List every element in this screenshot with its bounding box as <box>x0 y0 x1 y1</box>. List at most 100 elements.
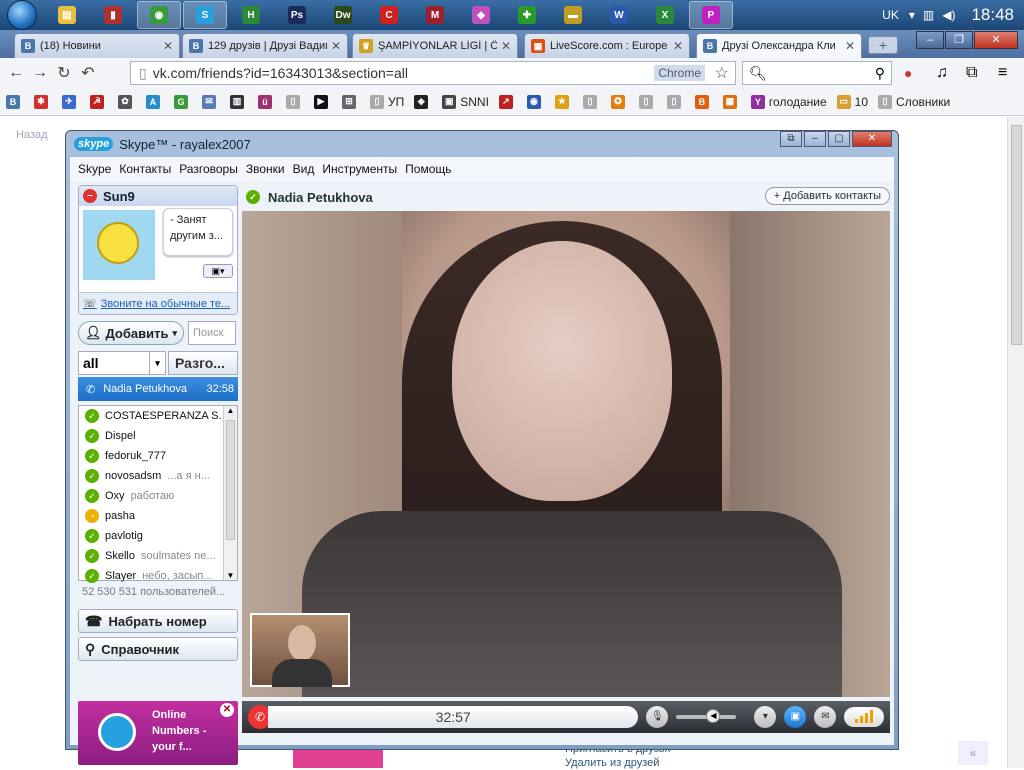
contact-filter-select[interactable]: all ▾ <box>78 351 166 375</box>
close-tab-icon[interactable]: ✕ <box>845 39 855 53</box>
bookmark-item[interactable]: G <box>174 94 192 109</box>
start-button[interactable] <box>0 0 44 30</box>
browser-tab[interactable]: B Друзі Олександра Кли ✕ <box>696 33 862 58</box>
menu-item[interactable]: Вид <box>293 162 315 176</box>
taskbar-app[interactable]: ◉ <box>137 1 181 29</box>
profile-header[interactable]: – Sun9 <box>79 186 237 206</box>
bookmark-item[interactable]: ✱ <box>34 94 52 109</box>
bookmark-item[interactable]: ▶ <box>314 94 332 109</box>
music-icon[interactable]: ♫ <box>936 64 948 82</box>
bookmark-item[interactable]: ✿ <box>118 94 136 109</box>
browser-tab[interactable]: B 129 друзів | Друзі Вадим ✕ <box>182 33 348 58</box>
back-link[interactable]: Назад <box>16 129 48 141</box>
bookmark-item[interactable]: ▯ <box>286 94 304 109</box>
network-icon[interactable]: ▥ <box>923 8 934 22</box>
list-item[interactable]: ✓ Oxy работаю <box>79 486 221 506</box>
list-item[interactable]: ✓ Skello soulmates ne... <box>79 546 221 566</box>
browser-tab[interactable]: B (18) Новини ✕ <box>14 33 180 58</box>
contact-scroll-thumb[interactable] <box>226 420 235 540</box>
mute-button[interactable]: 🎙︎ <box>646 706 669 728</box>
list-item[interactable]: ✓ Dispel <box>79 426 221 446</box>
profile-menu-button[interactable]: ▣▾ <box>203 264 233 278</box>
taskbar-app[interactable]: Ps <box>275 1 319 29</box>
remote-video[interactable] <box>242 211 890 697</box>
tab-conversations[interactable]: Разго... <box>168 351 238 375</box>
bookmark-item[interactable]: ✉ <box>202 94 220 109</box>
compact-view-button[interactable]: ⧉ <box>780 131 802 147</box>
new-tab-button[interactable]: + <box>868 36 898 54</box>
menu-item[interactable]: Звонки <box>246 162 285 176</box>
close-icon[interactable]: ✕ <box>220 703 234 717</box>
bookmark-item[interactable]: ▦ <box>722 94 741 109</box>
bookmark-item[interactable]: ◈ <box>414 94 432 109</box>
address-bar[interactable]: ▯ vk.com/friends?id=16343013&section=all… <box>130 61 736 85</box>
video-dropdown-button[interactable]: ▾ <box>754 706 777 728</box>
bookmark-item[interactable]: ▯ <box>666 94 685 109</box>
call-phones-link[interactable]: ☏ Звоните на обычные те... <box>79 292 237 314</box>
taskbar-app[interactable]: ▬ <box>551 1 595 29</box>
bookmark-item[interactable]: B <box>694 94 713 109</box>
clock[interactable]: 18:48 <box>971 5 1014 25</box>
bookmark-item[interactable]: ▯ <box>638 94 657 109</box>
volume-icon[interactable]: ◀) <box>942 8 955 22</box>
back-icon[interactable]: ← <box>4 64 28 82</box>
tray-expand-icon[interactable]: ▾ <box>909 8 915 22</box>
menu-item[interactable]: Контакты <box>119 162 171 176</box>
extension-icon[interactable]: ● <box>904 65 912 81</box>
close-tab-icon[interactable]: ✕ <box>673 39 683 53</box>
taskbar-app[interactable]: ◆ <box>459 1 503 29</box>
undo-icon[interactable]: ↶ <box>76 63 100 83</box>
minimize-button[interactable]: – <box>916 31 944 49</box>
taskbar-app[interactable]: P <box>689 1 733 29</box>
taskbar-app[interactable]: C <box>367 1 411 29</box>
bookmark-item[interactable]: Yголодание <box>750 94 827 109</box>
menu-icon[interactable]: ≡ <box>998 64 1007 82</box>
taskbar-app[interactable]: W <box>597 1 641 29</box>
bookmark-star-icon[interactable]: ☆ <box>715 63 729 83</box>
volume-knob-icon[interactable]: ◀ <box>706 709 721 723</box>
bookmark-item[interactable]: ü <box>258 94 276 109</box>
scroll-top-button[interactable]: « <box>958 741 988 765</box>
active-call-item[interactable]: ✆ Nadia Petukhova 32:58 <box>78 377 238 401</box>
scroll-down-icon[interactable]: ▼ <box>224 571 237 580</box>
skype-close-button[interactable]: ✕ <box>852 131 892 147</box>
close-tab-icon[interactable]: ✕ <box>501 39 511 53</box>
search-box[interactable]: 🔍︎ ⚲ <box>742 61 892 85</box>
call-quality-indicator[interactable] <box>844 707 884 727</box>
chat-button[interactable]: ✉ <box>814 706 837 728</box>
bookmark-item[interactable]: ◉ <box>526 94 545 109</box>
page-scrollbar[interactable] <box>1007 117 1024 768</box>
list-item[interactable]: ✓ pavlotig <box>79 526 221 546</box>
mood-message[interactable]: - Занят другим з... <box>163 208 233 256</box>
add-contacts-button[interactable]: + Добавить контакты <box>764 187 890 205</box>
bookmark-item[interactable]: ▯ Словники <box>878 94 950 109</box>
search-icon[interactable]: ⚲ <box>875 65 885 82</box>
avatar[interactable] <box>83 210 155 280</box>
menu-item[interactable]: Инструменты <box>322 162 397 176</box>
self-video-preview[interactable] <box>250 613 350 687</box>
skype-maximize-button[interactable]: ▢ <box>828 131 850 147</box>
taskbar-app[interactable]: Dw <box>321 1 365 29</box>
taskbar-app[interactable]: ✚ <box>505 1 549 29</box>
browser-tab[interactable]: ▦ LiveScore.com : Europe ✕ <box>524 33 690 58</box>
close-tab-icon[interactable]: ✕ <box>331 39 341 53</box>
browser-tab[interactable]: ♛ ŞAMPİYONLAR LİGİ | Öz ✕ <box>352 33 518 58</box>
search-input[interactable]: Поиск <box>188 321 236 345</box>
bookmark-item[interactable]: A <box>146 94 164 109</box>
friend-photo[interactable] <box>293 747 383 768</box>
menu-item[interactable]: Skype <box>78 162 111 176</box>
skype-minimize-button[interactable]: – <box>804 131 826 147</box>
taskbar-app[interactable]: S <box>183 1 227 29</box>
forward-icon[interactable]: → <box>28 64 52 82</box>
status-busy-icon[interactable]: – <box>83 189 97 203</box>
directory-button[interactable]: ⚲ Справочник <box>78 637 238 661</box>
reload-icon[interactable]: ↻ <box>52 63 76 83</box>
taskbar-app[interactable]: M <box>413 1 457 29</box>
extension-puzzle-icon[interactable]: ⧉ <box>966 64 977 82</box>
volume-slider[interactable]: ◀ <box>676 709 737 723</box>
online-numbers-ad[interactable]: Online Numbers - your f... ✕ <box>78 701 238 765</box>
taskbar-app[interactable]: H <box>229 1 273 29</box>
taskbar-app[interactable]: ▮ <box>91 1 135 29</box>
bookmark-item[interactable]: ☭ <box>90 94 108 109</box>
maximize-button[interactable]: ❐ <box>945 31 973 49</box>
